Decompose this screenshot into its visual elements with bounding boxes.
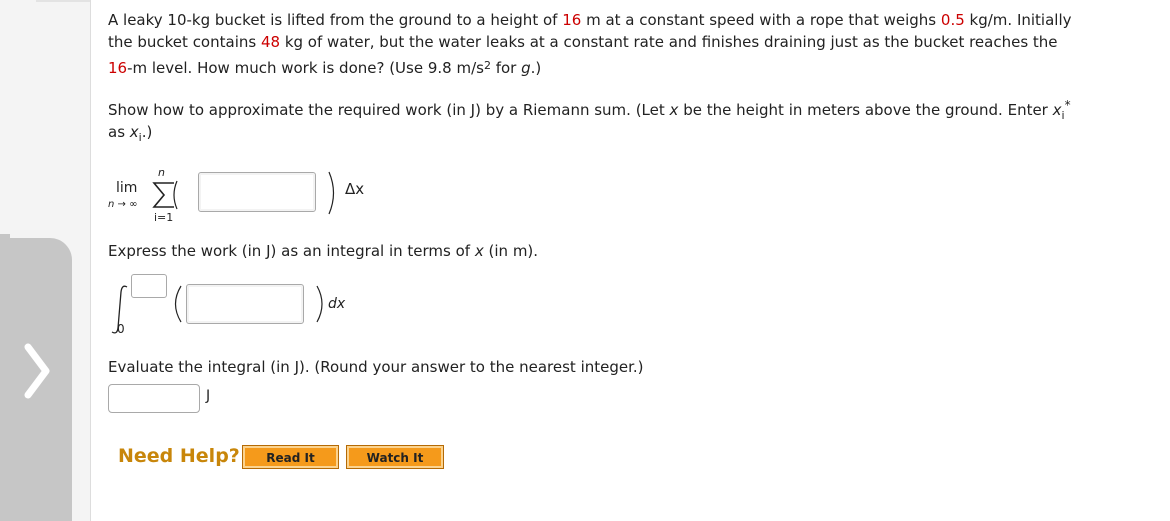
rope-weight-value: 0.5 bbox=[940, 11, 965, 29]
watch-it-button[interactable]: Watch It bbox=[346, 445, 444, 469]
riemann-integrand-input[interactable] bbox=[198, 172, 316, 212]
lim-subscript: n → ∞ bbox=[108, 199, 138, 210]
problem-text: kg of water, but the water leaks at a co… bbox=[280, 33, 1058, 51]
read-it-label: Read It bbox=[266, 450, 315, 465]
work-answer-input[interactable] bbox=[108, 384, 200, 413]
exponent: 2 bbox=[483, 59, 491, 72]
prompt-text: Show how to approximate the required wor… bbox=[108, 101, 670, 119]
sum-lower-limit: i=1 bbox=[154, 211, 174, 224]
evaluate-prompt: Evaluate the integral (in J). (Round you… bbox=[108, 356, 1138, 378]
problem-text: for bbox=[490, 59, 522, 77]
prompt-text: Evaluate the integral (in J). (Round you… bbox=[108, 358, 644, 376]
sigma-icon bbox=[152, 180, 178, 210]
lower-limit: 0 bbox=[117, 322, 125, 336]
prompt-text: be the height in meters above the ground… bbox=[678, 101, 1053, 119]
problem-text: kg/m. Initially bbox=[964, 11, 1072, 29]
close-paren-icon bbox=[328, 171, 335, 215]
unit-label: J bbox=[206, 388, 211, 404]
height-value: 16 bbox=[108, 59, 128, 77]
prompt-text: Express the work (in J) as an integral i… bbox=[108, 242, 475, 260]
panel-divider bbox=[36, 0, 90, 2]
prompt-text: .) bbox=[141, 123, 153, 141]
chevron-right-icon[interactable] bbox=[18, 343, 58, 399]
prompt-text: (in m). bbox=[483, 242, 539, 260]
problem-text: A leaky 10-kg bucket is lifted from the … bbox=[108, 11, 563, 29]
problem-text: -m level. How much work is done? (Use 9.… bbox=[127, 59, 484, 77]
need-help-label: Need Help? bbox=[118, 445, 240, 467]
dx-label: dx bbox=[328, 296, 346, 312]
open-paren-icon bbox=[174, 285, 182, 323]
g-variable: g bbox=[521, 59, 531, 77]
xi-variable: x bbox=[1052, 101, 1062, 119]
sum-upper-limit: n bbox=[158, 166, 165, 179]
riemann-prompt-line2: as xi.) bbox=[108, 121, 1138, 149]
watch-it-label: Watch It bbox=[366, 450, 424, 465]
problem-text: m at a constant speed with a rope that w… bbox=[581, 11, 941, 29]
integral-prompt: Express the work (in J) as an integral i… bbox=[108, 240, 1138, 262]
problem-statement-line3: 16-m level. How much work is done? (Use … bbox=[108, 57, 1138, 79]
water-mass-value: 48 bbox=[260, 33, 281, 51]
delta-x-label: Δx bbox=[345, 180, 365, 198]
height-value: 16 bbox=[562, 11, 582, 29]
close-paren-icon bbox=[316, 285, 323, 323]
problem-text: .) bbox=[530, 59, 542, 77]
upper-limit-input[interactable] bbox=[131, 274, 167, 298]
lim-label: lim bbox=[116, 180, 138, 196]
problem-text: the bucket contains bbox=[108, 33, 261, 51]
x-variable: x bbox=[474, 242, 484, 260]
prompt-text: as bbox=[108, 123, 130, 141]
problem-statement: A leaky 10-kg bucket is lifted from the … bbox=[108, 9, 1138, 53]
read-it-button[interactable]: Read It bbox=[242, 445, 339, 469]
xi-variable: x bbox=[129, 123, 139, 141]
integral-integrand-input[interactable] bbox=[186, 284, 304, 324]
star: * bbox=[1064, 98, 1071, 112]
